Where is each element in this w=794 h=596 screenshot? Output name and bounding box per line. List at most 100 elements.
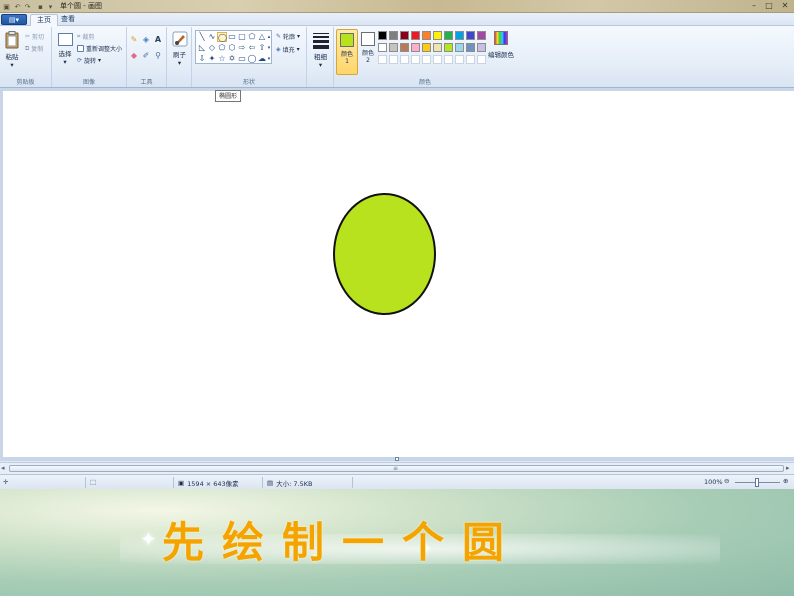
pencil-icon[interactable]: ✎ <box>129 35 139 45</box>
clipboard-group: 粘贴 ▾ ✂ 剪切 ⧉ 复制 剪贴板 <box>0 27 52 87</box>
zoom-out-icon[interactable]: ⊖ <box>724 477 729 485</box>
palette-swatch[interactable] <box>466 31 475 40</box>
custom-color-slot[interactable] <box>378 55 387 64</box>
palette-swatch[interactable] <box>466 43 475 52</box>
five-point-star-shape-icon[interactable]: ☆ <box>217 54 227 64</box>
scroll-down-icon[interactable]: ▾ <box>266 43 272 53</box>
custom-color-slot[interactable] <box>400 55 409 64</box>
palette-swatch[interactable] <box>400 43 409 52</box>
hexagon-shape-icon[interactable]: ⬡ <box>227 43 237 53</box>
palette-swatch[interactable] <box>389 31 398 40</box>
magnifier-icon[interactable]: ⚲ <box>153 51 163 61</box>
line-shape-icon[interactable]: ╲ <box>197 32 207 42</box>
scrollbar-thumb[interactable]: ≡ <box>9 465 784 472</box>
cut-button[interactable]: ✂ 剪切 <box>25 32 44 41</box>
color1-button[interactable]: 颜色 1 <box>336 29 358 75</box>
rounded-rectangle-shape-icon[interactable]: ▢ <box>237 32 247 42</box>
paste-button[interactable]: 粘贴 ▾ <box>3 31 21 69</box>
callout-rect-shape-icon[interactable]: ▭ <box>237 54 247 64</box>
tab-home[interactable]: 主页 <box>30 14 58 26</box>
ellipse-tooltip: 椭圆形 <box>215 90 242 102</box>
maximize-button[interactable]: □ <box>763 1 775 10</box>
rotate-label: 旋转 <box>84 58 97 65</box>
brushes-button[interactable]: 刷子 ▾ <box>169 31 190 67</box>
palette-swatch[interactable] <box>411 31 420 40</box>
custom-color-slot[interactable] <box>466 55 475 64</box>
color-picker-icon[interactable]: ✐ <box>141 51 151 61</box>
redo-icon[interactable]: ↷ <box>23 2 32 11</box>
crop-button[interactable]: ⌗ 裁剪 <box>77 32 94 42</box>
diamond-shape-icon[interactable]: ◇ <box>207 43 217 53</box>
custom-color-slot[interactable] <box>477 55 486 64</box>
drawing-canvas[interactable] <box>3 91 794 457</box>
curve-shape-icon[interactable]: ∿ <box>207 32 217 42</box>
fill-bucket-icon[interactable]: ◈ <box>141 35 151 45</box>
palette-swatch[interactable] <box>477 31 486 40</box>
custom-color-slot[interactable] <box>389 55 398 64</box>
pentagon-shape-icon[interactable]: ⬠ <box>217 43 227 53</box>
palette-swatch[interactable] <box>433 31 442 40</box>
rotate-button[interactable]: ⟳ 旋转 ▾ <box>77 56 101 65</box>
ribbon: 粘贴 ▾ ✂ 剪切 ⧉ 复制 剪贴板 选择 ▾ ⌗ 裁剪 重新调整大小 ⟳ 旋转 <box>0 26 794 88</box>
palette-swatch[interactable] <box>400 31 409 40</box>
scroll-left-icon[interactable]: ◂ <box>1 464 5 472</box>
palette-swatch[interactable] <box>389 43 398 52</box>
palette-swatch[interactable] <box>378 43 387 52</box>
right-triangle-shape-icon[interactable]: ◺ <box>197 43 207 53</box>
paint-menu-button[interactable]: ▤▾ <box>1 14 27 25</box>
right-arrow-shape-icon[interactable]: ⇨ <box>237 43 247 53</box>
customize-toolbar-icon[interactable]: ▾ <box>46 2 55 11</box>
zoom-slider-thumb[interactable] <box>755 478 759 487</box>
copy-button[interactable]: ⧉ 复制 <box>25 44 43 54</box>
palette-swatch[interactable] <box>422 43 431 52</box>
gallery-expand-icon[interactable]: ▾ <box>266 54 272 64</box>
save-icon[interactable]: ▪ <box>36 2 45 11</box>
color2-swatch <box>361 32 375 46</box>
scroll-right-icon[interactable]: ▸ <box>786 464 790 472</box>
palette-swatch[interactable] <box>411 43 420 52</box>
palette-swatch[interactable] <box>378 31 387 40</box>
canvas-resize-handle-bottom[interactable] <box>395 457 399 461</box>
custom-color-slot[interactable] <box>455 55 464 64</box>
palette-swatch[interactable] <box>433 43 442 52</box>
paint-app-icon[interactable]: ▣ <box>2 2 11 11</box>
status-divider <box>173 477 174 488</box>
horizontal-scrollbar[interactable]: ◂ ≡ ▸ <box>0 462 794 474</box>
copy-icon: ⧉ <box>25 44 30 52</box>
custom-color-slot[interactable] <box>444 55 453 64</box>
scroll-up-icon[interactable]: ▴ <box>266 32 272 42</box>
undo-icon[interactable]: ↶ <box>13 2 22 11</box>
outline-button[interactable]: ✎ 轮廓 ▾ <box>276 32 300 41</box>
chevron-down-icon: ▾ <box>63 58 67 66</box>
select-button[interactable]: 选择 ▾ <box>55 33 75 66</box>
size-button[interactable]: 粗细 ▾ <box>310 31 331 69</box>
callout-oval-shape-icon[interactable]: ◯ <box>247 54 257 64</box>
color2-button[interactable]: 颜色 2 <box>357 29 379 75</box>
tab-view[interactable]: 查看 <box>55 14 81 26</box>
six-point-star-shape-icon[interactable]: ✡ <box>227 54 237 64</box>
edit-colors-button[interactable]: 编辑颜色 <box>487 31 515 59</box>
text-tool-icon[interactable]: A <box>153 35 163 45</box>
custom-color-slot[interactable] <box>422 55 431 64</box>
palette-swatch[interactable] <box>444 43 453 52</box>
close-button[interactable]: ✕ <box>779 1 791 10</box>
ellipse-shape-icon[interactable]: ◯ <box>217 32 227 42</box>
custom-color-slot[interactable] <box>433 55 442 64</box>
left-arrow-shape-icon[interactable]: ⇦ <box>247 43 257 53</box>
polygon-shape-icon[interactable]: ⬠ <box>247 32 257 42</box>
palette-swatch[interactable] <box>455 43 464 52</box>
fill-button[interactable]: ◈ 填充 ▾ <box>276 45 300 54</box>
down-arrow-shape-icon[interactable]: ⇩ <box>197 54 207 64</box>
custom-color-slot[interactable] <box>411 55 420 64</box>
eraser-icon[interactable]: ◆ <box>129 51 139 61</box>
palette-swatch[interactable] <box>422 31 431 40</box>
zoom-in-icon[interactable]: ⊕ <box>783 477 788 485</box>
drawn-ellipse[interactable] <box>333 193 436 315</box>
palette-swatch[interactable] <box>455 31 464 40</box>
minimize-button[interactable]: – <box>748 1 760 10</box>
rectangle-shape-icon[interactable]: ▭ <box>227 32 237 42</box>
palette-swatch[interactable] <box>477 43 486 52</box>
palette-swatch[interactable] <box>444 31 453 40</box>
four-point-star-shape-icon[interactable]: ✦ <box>207 54 217 64</box>
resize-button[interactable]: 重新调整大小 <box>77 44 122 53</box>
